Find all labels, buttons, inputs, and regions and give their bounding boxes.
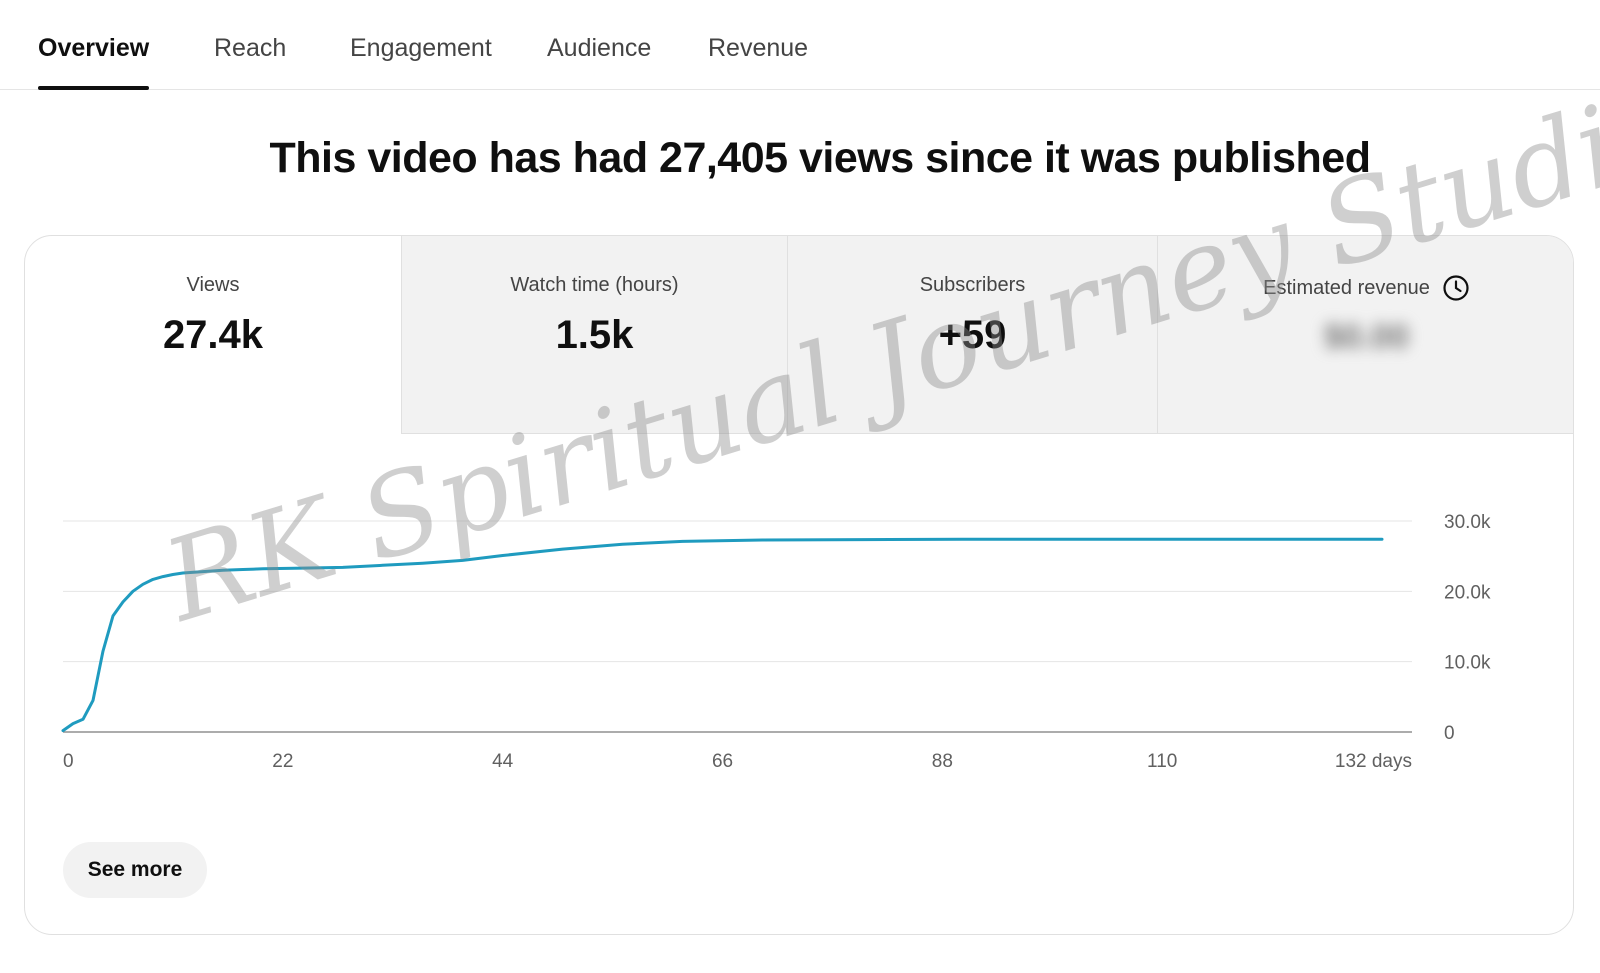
page-headline: This video has had 27,405 views since it… <box>269 134 1371 182</box>
tab-revenue[interactable]: Revenue <box>708 34 808 90</box>
metric-value: 27.4k <box>162 313 264 357</box>
analytics-tab-bar: Overview Reach Engagement Audience Reven… <box>0 0 1600 90</box>
metric-estimated-revenue[interactable]: Estimated revenue $0.00 <box>1158 236 1573 434</box>
tab-engagement[interactable]: Engagement <box>350 34 492 90</box>
x-tick-label: 132 days <box>1335 751 1412 772</box>
x-tick-label: 66 <box>712 751 733 772</box>
y-tick-label: 0 <box>1444 723 1455 744</box>
y-tick-label: 30.0k <box>1444 512 1491 533</box>
metric-value: 1.5k <box>555 313 634 357</box>
x-tick-label: 88 <box>932 751 953 772</box>
overview-card: Views 27.4k Watch time (hours) 1.5k Subs… <box>24 235 1574 935</box>
clock-icon <box>1443 275 1469 301</box>
x-tick-label: 22 <box>272 751 293 772</box>
see-more-button[interactable]: See more <box>63 842 207 898</box>
metric-views[interactable]: Views 27.4k <box>25 236 402 434</box>
metric-tabs: Views 27.4k Watch time (hours) 1.5k Subs… <box>25 236 1573 434</box>
metric-value: +59 <box>938 313 1007 357</box>
metric-label: Subscribers <box>919 274 1026 296</box>
metric-value-blurred: $0.00 <box>1323 318 1410 356</box>
x-tick-label: 44 <box>492 751 514 772</box>
x-tick-label: 0 <box>63 751 74 772</box>
metric-subscribers[interactable]: Subscribers +59 <box>788 236 1158 434</box>
views-series-line <box>61 537 1384 733</box>
x-tick-label: 110 <box>1147 751 1177 772</box>
metric-label: Watch time (hours) <box>510 274 679 296</box>
tab-overview[interactable]: Overview <box>38 34 150 90</box>
metric-label: Estimated revenue <box>1263 276 1430 299</box>
y-tick-label: 20.0k <box>1444 582 1491 603</box>
views-line-chart: 0 10.0k 20.0k 30.0k 0 22 44 66 88 110 132 days <box>61 512 1491 772</box>
tab-audience[interactable]: Audience <box>547 34 651 90</box>
metric-label: Views <box>186 274 240 296</box>
y-tick-label: 10.0k <box>1444 653 1491 674</box>
metric-watch-time[interactable]: Watch time (hours) 1.5k <box>402 236 788 434</box>
tab-reach[interactable]: Reach <box>214 34 286 90</box>
